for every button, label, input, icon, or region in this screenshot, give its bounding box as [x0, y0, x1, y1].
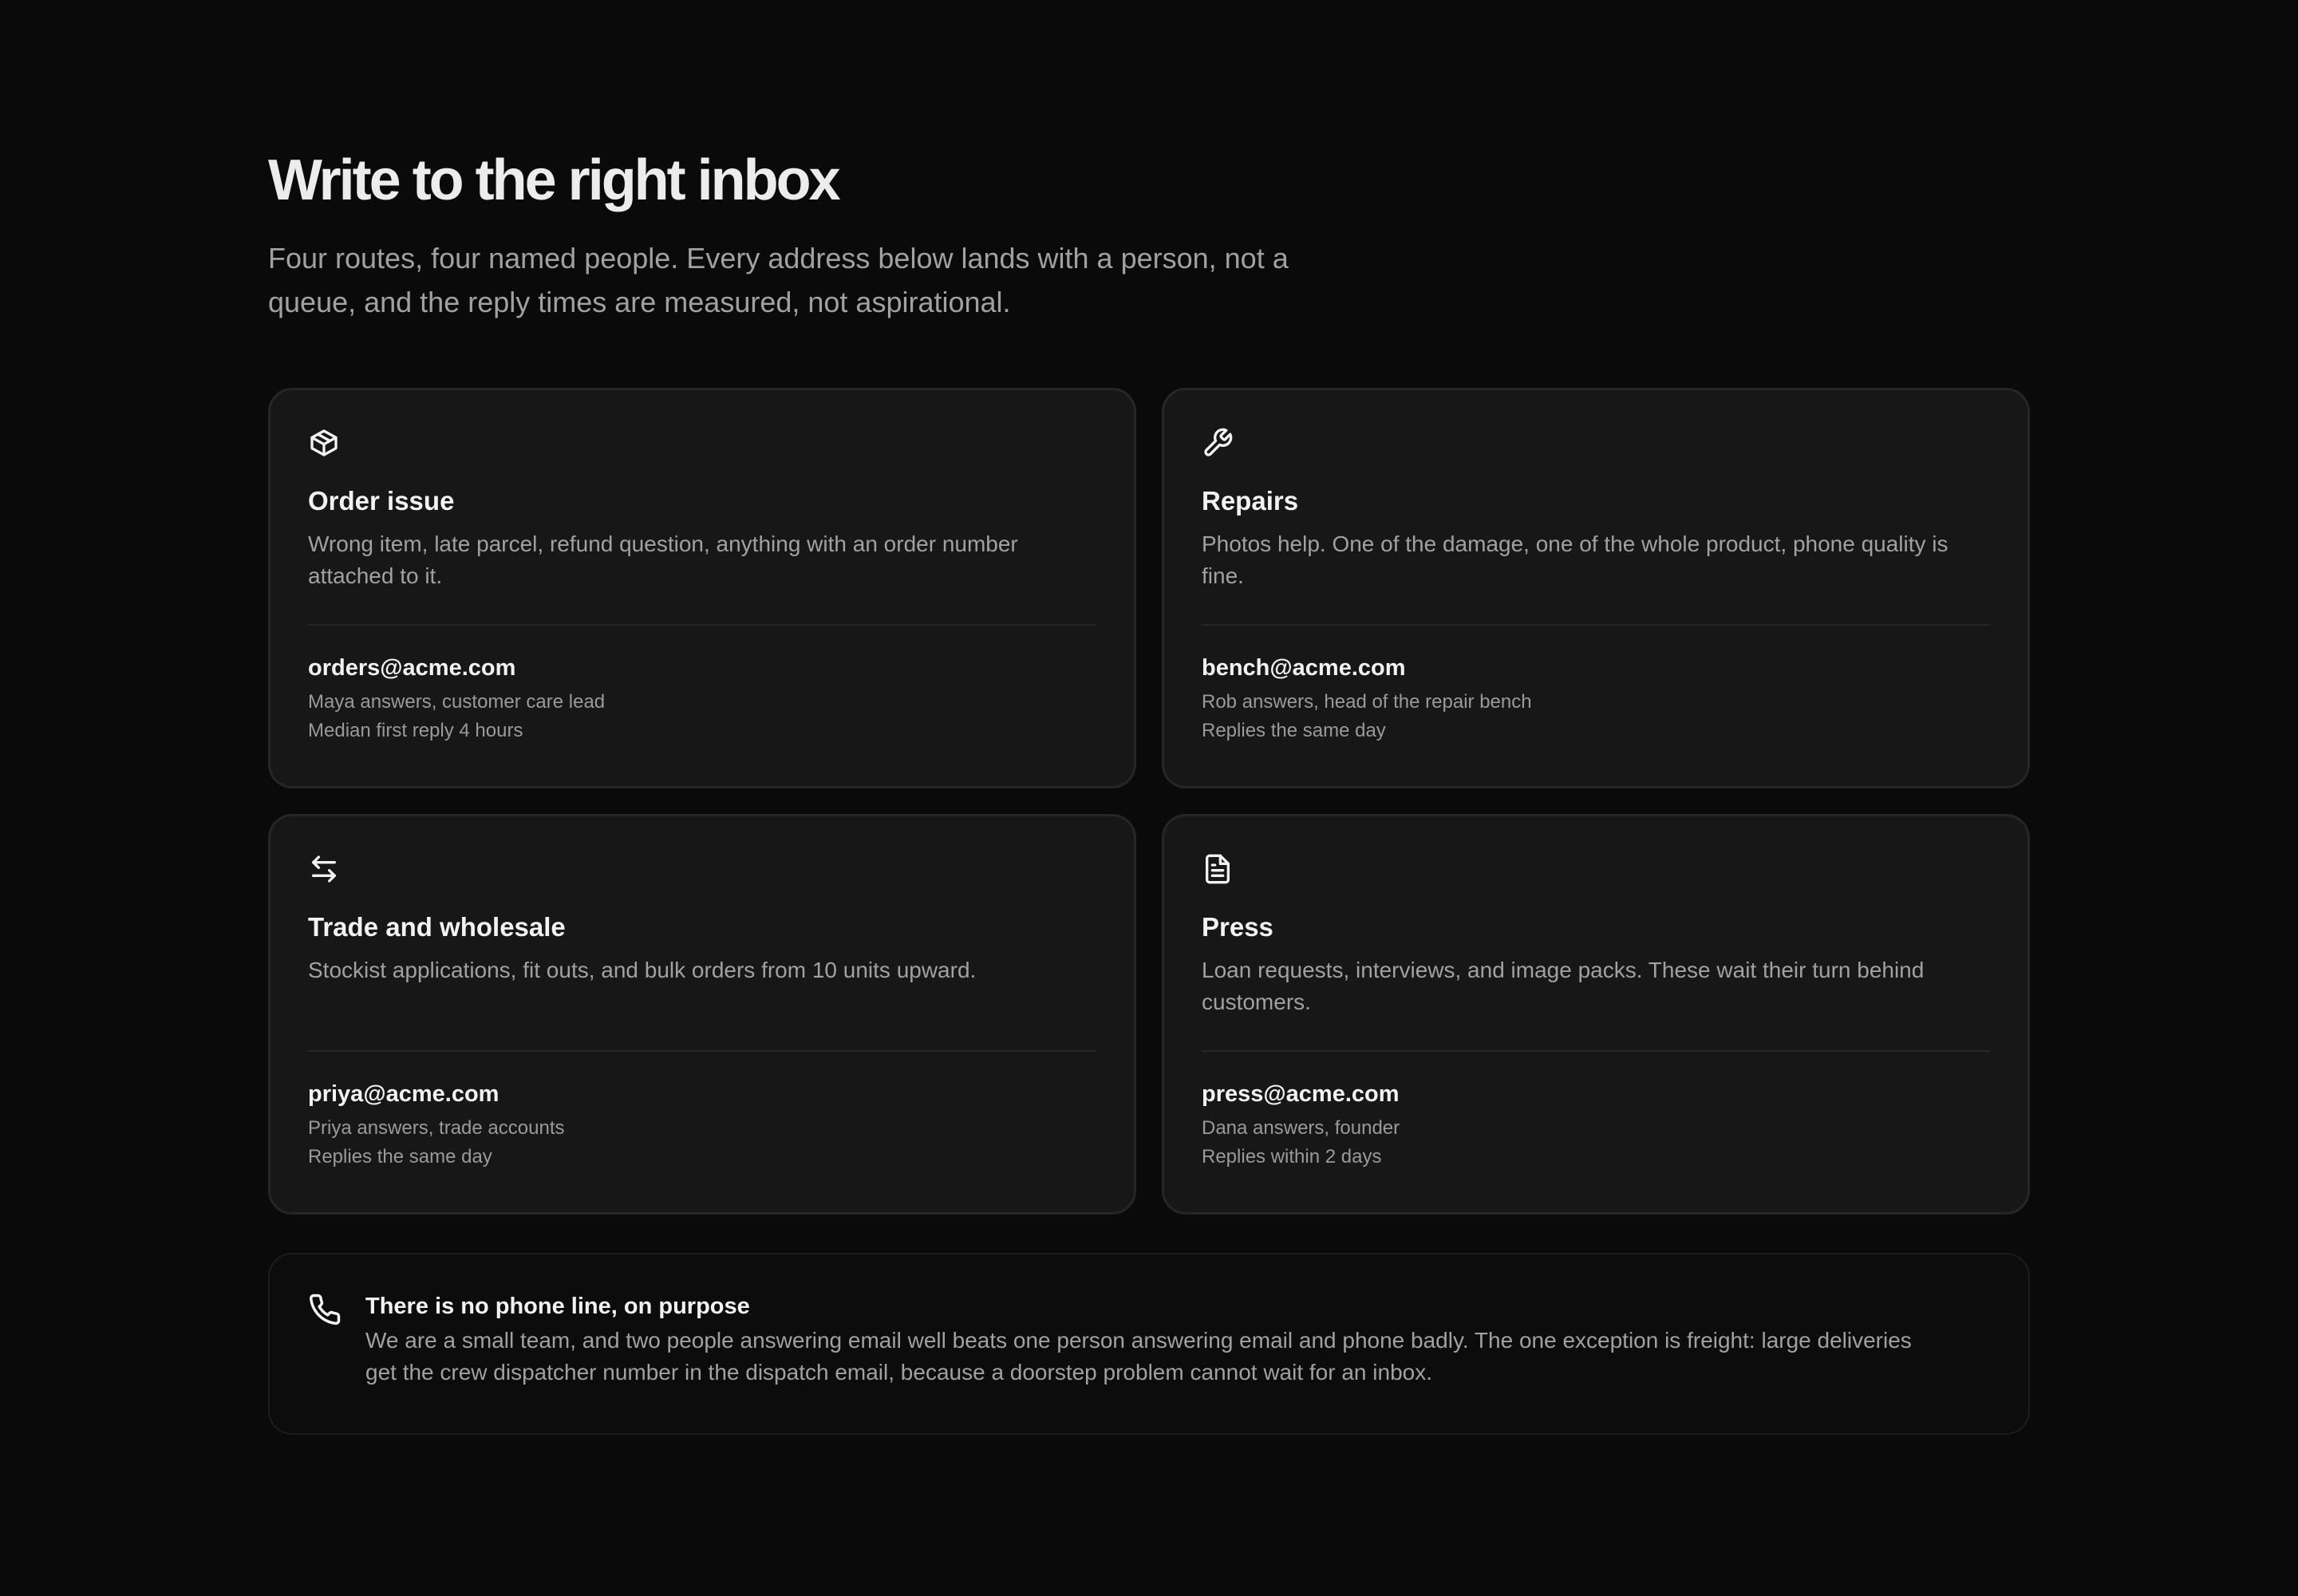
card-description: Stockist applications, fit outs, and bul… — [308, 958, 977, 982]
document-icon — [1202, 853, 1234, 885]
card-trade-wholesale: Trade and wholesale Stockist application… — [268, 814, 1136, 1215]
page-title: Write to the right inbox — [268, 148, 841, 212]
notice-title: There is no phone line, on purpose — [365, 1294, 750, 1319]
wrench-icon — [1202, 427, 1234, 459]
card-contact: Rob answers, head of the repair bench — [1202, 691, 1532, 713]
email-link-priya[interactable]: priya@acme.com — [308, 1080, 1096, 1108]
card-contact: Priya answers, trade accounts — [308, 1117, 565, 1139]
card-divider — [1202, 1050, 1990, 1052]
card-contact: Dana answers, founder — [1202, 1117, 1400, 1139]
arrows-exchange-icon — [308, 853, 340, 885]
card-description: Wrong item, late parcel, refund question… — [308, 531, 1018, 588]
card-reply-time: Replies within 2 days — [1202, 1146, 1382, 1167]
card-repairs: Repairs Photos help. One of the damage, … — [1162, 388, 2030, 788]
package-icon — [308, 427, 340, 459]
card-divider — [308, 1050, 1096, 1052]
email-link-bench[interactable]: bench@acme.com — [1202, 654, 1990, 681]
email-link-press[interactable]: press@acme.com — [1202, 1080, 1990, 1108]
card-order-issue: Order issue Wrong item, late parcel, ref… — [268, 388, 1136, 788]
card-title: Order issue — [308, 486, 455, 516]
no-phone-notice: There is no phone line, on purpose We ar… — [268, 1253, 2030, 1435]
email-link-orders[interactable]: orders@acme.com — [308, 654, 1096, 681]
inbox-grid: Order issue Wrong item, late parcel, ref… — [268, 388, 2030, 1215]
card-title: Trade and wholesale — [308, 912, 566, 942]
card-reply-time: Replies the same day — [308, 1146, 492, 1167]
card-divider — [308, 624, 1096, 626]
notice-text: We are a small team, and two people answ… — [365, 1328, 1912, 1385]
card-title: Press — [1202, 912, 1273, 942]
card-reply-time: Replies the same day — [1202, 720, 1386, 741]
card-description: Photos help. One of the damage, one of t… — [1202, 531, 1949, 588]
page-subtitle: Four routes, four named people. Every ad… — [268, 242, 1289, 318]
card-contact: Maya answers, customer care lead — [308, 691, 606, 713]
contact-page: Write to the right inbox Four routes, fo… — [268, 152, 2030, 1435]
card-title: Repairs — [1202, 486, 1299, 516]
notice-body: There is no phone line, on purpose We ar… — [365, 1291, 1929, 1433]
card-press: Press Loan requests, interviews, and ima… — [1162, 814, 2030, 1215]
phone-icon — [308, 1293, 342, 1326]
card-divider — [1202, 624, 1990, 626]
card-reply-time: Median first reply 4 hours — [308, 720, 523, 741]
card-description: Loan requests, interviews, and image pac… — [1202, 958, 1925, 1014]
